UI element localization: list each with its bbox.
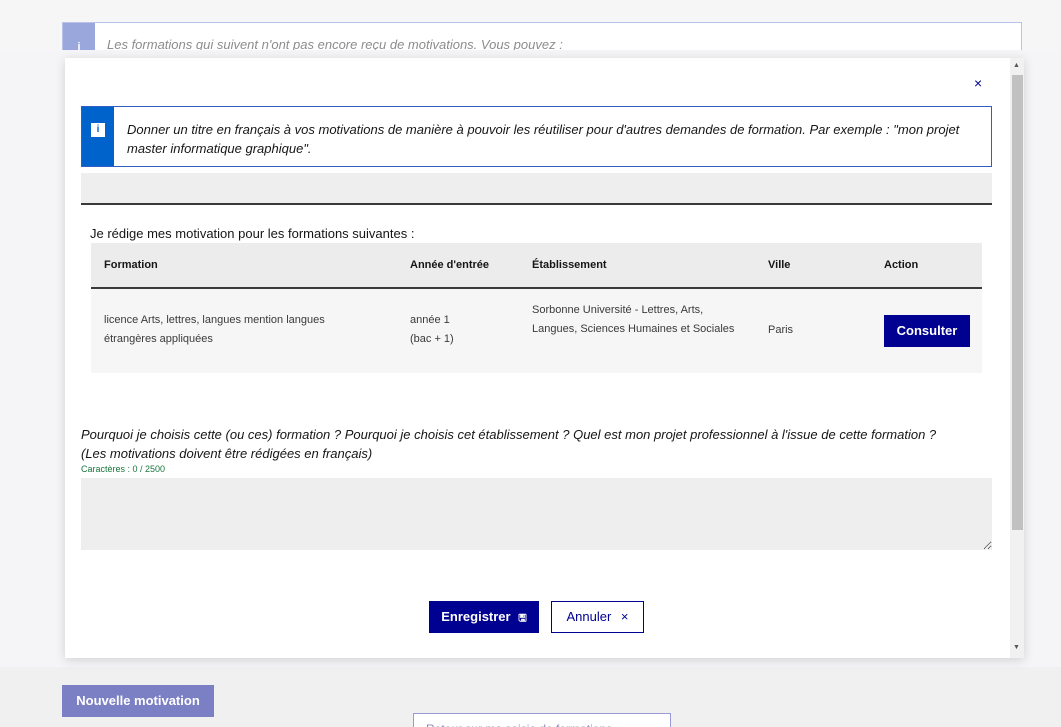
header-etablissement: Établissement — [532, 259, 607, 271]
cell-annee-line1: année 1 — [410, 314, 450, 326]
motivation-title-input[interactable] — [81, 173, 992, 205]
cell-formation: licence Arts, lettres, langues mention l… — [104, 314, 325, 345]
header-ville: Ville — [768, 259, 791, 271]
cell-etablissement: Sorbonne Université - Lettres, Arts, Lan… — [532, 304, 735, 335]
cell-annee-line2: (bac + 1) — [410, 333, 454, 345]
consult-button[interactable]: Consulter — [884, 315, 970, 347]
scroll-down-icon[interactable]: ▼ — [1013, 644, 1020, 651]
callout-text: Donner un titre en français à vos motiva… — [127, 122, 960, 156]
cancel-icon: × — [620, 609, 629, 624]
table-row: licence Arts, lettres, langues mention l… — [91, 289, 982, 373]
scroll-thumb[interactable] — [1012, 75, 1023, 530]
return-button[interactable]: Retour sur ma saisie de formations — [413, 713, 671, 727]
cell-ville: Paris — [768, 324, 794, 336]
scroll-up-icon[interactable]: ▲ — [1013, 62, 1020, 69]
save-button[interactable]: Enregistrer 🖫 — [429, 601, 539, 633]
info-icon: i — [91, 123, 105, 137]
character-counter: Caractères : 0 / 2500 — [81, 464, 166, 474]
formations-intro: Je rédige mes motivation pour les format… — [90, 226, 415, 241]
new-motivation-button[interactable]: Nouvelle motivation — [62, 685, 214, 717]
motivation-textarea[interactable] — [81, 478, 992, 550]
save-icon: 🖫 — [518, 613, 527, 624]
question-line2: (Les motivations doivent être rédigées e… — [81, 446, 373, 461]
cancel-label: Annuler — [566, 609, 612, 624]
modal-scrollbar[interactable]: ▲ ▼ — [1010, 58, 1024, 658]
close-icon[interactable]: × — [974, 75, 982, 91]
motivation-modal: × i Donner un titre en français à vos mo… — [65, 58, 1024, 658]
save-label: Enregistrer — [441, 609, 511, 624]
header-annee: Année d'entrée — [410, 259, 490, 271]
header-formation: Formation — [104, 259, 158, 271]
motivation-question: Pourquoi je choisis cette (ou ces) forma… — [81, 425, 981, 463]
callout-bar: i — [82, 107, 114, 166]
formations-table: Formation Année d'entrée Établissement V… — [91, 243, 982, 373]
cell-annee: année 1 (bac + 1) — [410, 311, 454, 349]
cancel-button[interactable]: Annuler × — [551, 601, 644, 633]
question-line1: Pourquoi je choisis cette (ou ces) forma… — [81, 427, 937, 442]
table-header: Formation Année d'entrée Établissement V… — [91, 243, 982, 289]
info-callout: i Donner un titre en français à vos moti… — [81, 106, 992, 167]
header-action: Action — [884, 259, 919, 271]
